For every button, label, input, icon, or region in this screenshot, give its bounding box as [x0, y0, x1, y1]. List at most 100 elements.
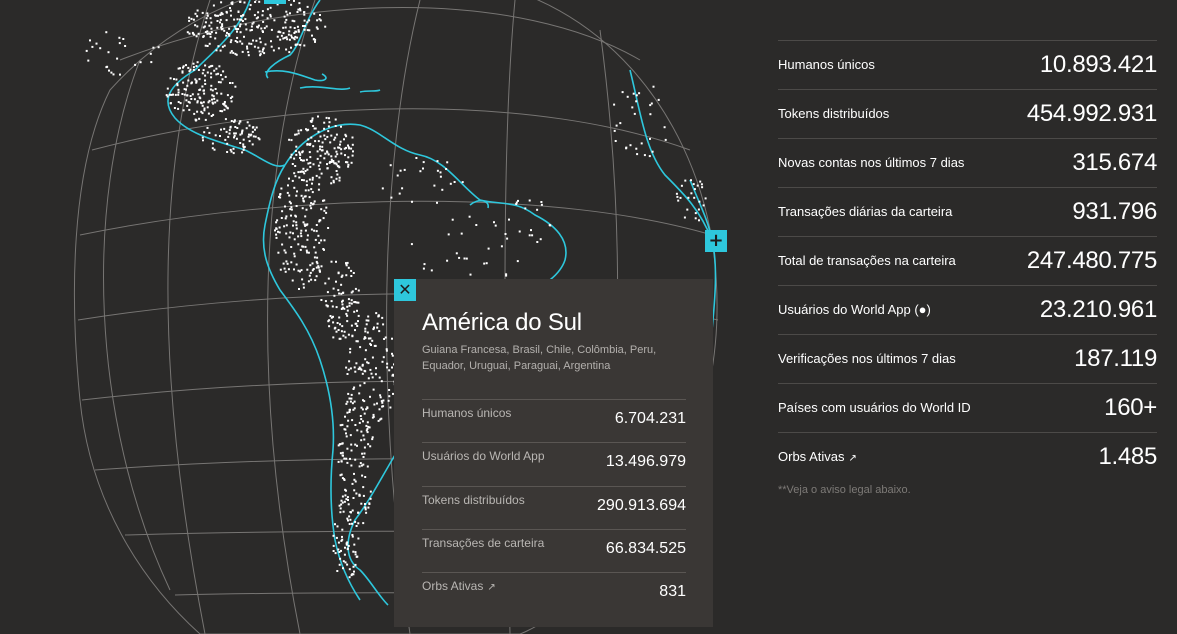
- region-panel: América do Sul Guiana Francesa, Brasil, …: [394, 279, 713, 627]
- user-dot: [210, 72, 213, 75]
- user-dot: [212, 4, 215, 7]
- user-dot: [294, 35, 297, 38]
- user-dot: [282, 32, 285, 35]
- user-dot: [241, 42, 244, 45]
- user-dot: [346, 309, 349, 312]
- user-dot: [201, 85, 204, 88]
- user-dot: [290, 214, 292, 217]
- row-label[interactable]: Orbs Ativas: [422, 579, 483, 593]
- orbs-link[interactable]: Orbs Ativas ↗: [422, 579, 496, 593]
- user-dot: [351, 535, 354, 538]
- user-dot: [242, 14, 245, 16]
- user-dot: [369, 368, 372, 371]
- user-dot: [345, 402, 348, 405]
- user-dot: [311, 191, 314, 194]
- user-dot: [341, 423, 344, 426]
- user-dot: [303, 13, 306, 16]
- user-dot: [339, 507, 342, 510]
- user-dot: [354, 458, 357, 461]
- user-dot: [339, 557, 342, 560]
- user-dot: [241, 50, 244, 53]
- stat-active-orbs[interactable]: Orbs Ativas ↗ 1.485: [778, 432, 1157, 481]
- user-dot: [310, 188, 313, 191]
- user-dot: [500, 245, 503, 248]
- user-dot: [340, 125, 342, 128]
- globe-marker[interactable]: [264, 0, 286, 4]
- user-dot: [346, 496, 349, 499]
- user-dot: [339, 337, 342, 340]
- user-dot: [353, 570, 355, 573]
- user-dot: [382, 323, 385, 326]
- user-dot: [188, 19, 191, 22]
- user-dot: [345, 457, 348, 460]
- stat-daily-transactions: Transações diárias da carteira 931.796: [778, 187, 1157, 236]
- user-dot: [219, 18, 222, 21]
- user-dot: [294, 30, 297, 33]
- stat-value: 10.893.421: [1039, 51, 1157, 78]
- user-dot: [297, 129, 300, 132]
- stat-total-transactions: Total de transações na carteira 247.480.…: [778, 236, 1157, 285]
- user-dot: [487, 247, 490, 250]
- user-dot: [239, 1, 242, 3]
- user-dot: [323, 121, 326, 124]
- user-dot: [690, 179, 692, 182]
- stat-label[interactable]: Orbs Ativas: [778, 449, 844, 464]
- user-dot: [321, 145, 324, 148]
- user-dot: [294, 175, 297, 178]
- row-label: Transações de carteira: [422, 536, 545, 550]
- user-dot: [270, 40, 272, 43]
- user-dot: [347, 163, 350, 166]
- user-dot: [189, 95, 192, 97]
- close-icon[interactable]: ✕: [394, 279, 416, 301]
- user-dot: [266, 17, 269, 20]
- user-dot: [614, 140, 617, 142]
- user-dot: [396, 174, 399, 177]
- region-row-active-orbs[interactable]: Orbs Ativas ↗ 831: [422, 572, 686, 617]
- user-dot: [341, 528, 344, 531]
- user-dot: [346, 411, 349, 414]
- user-dot: [329, 315, 332, 317]
- user-dot: [209, 88, 212, 91]
- user-dot: [243, 1, 246, 4]
- user-dot: [343, 500, 346, 503]
- user-dot: [625, 147, 628, 150]
- user-dot: [344, 488, 347, 491]
- user-dot: [291, 19, 294, 22]
- user-dot: [346, 447, 349, 450]
- user-dot: [369, 445, 372, 448]
- plus-icon[interactable]: +: [705, 230, 727, 252]
- user-dot: [354, 553, 357, 556]
- user-dot: [508, 218, 510, 221]
- user-dot: [185, 99, 188, 102]
- user-dot: [269, 13, 272, 16]
- user-dot: [257, 137, 260, 140]
- user-dot: [352, 565, 355, 568]
- user-dot: [321, 141, 324, 144]
- user-dot: [340, 292, 343, 295]
- user-dot: [410, 243, 413, 246]
- user-dot: [344, 546, 346, 549]
- user-dot: [312, 145, 315, 148]
- user-dot: [335, 330, 338, 333]
- user-dot: [469, 273, 472, 276]
- user-dot: [354, 563, 357, 566]
- user-dot: [226, 142, 229, 145]
- user-dot: [367, 506, 370, 509]
- user-dot: [182, 66, 184, 69]
- orbs-link[interactable]: Orbs Ativas ↗: [778, 449, 857, 464]
- user-dot: [351, 143, 354, 146]
- user-dot: [225, 19, 228, 22]
- user-dot: [116, 57, 119, 60]
- user-dot: [149, 52, 152, 55]
- user-dot: [257, 11, 260, 14]
- user-dot: [370, 372, 373, 375]
- user-dot: [388, 389, 391, 391]
- user-dot: [632, 92, 635, 95]
- user-dot: [704, 197, 707, 200]
- user-dot: [203, 25, 206, 28]
- user-dot: [359, 415, 362, 417]
- user-dot: [337, 460, 340, 463]
- user-dot: [613, 129, 616, 132]
- user-dot: [336, 153, 339, 156]
- user-dot: [687, 196, 690, 199]
